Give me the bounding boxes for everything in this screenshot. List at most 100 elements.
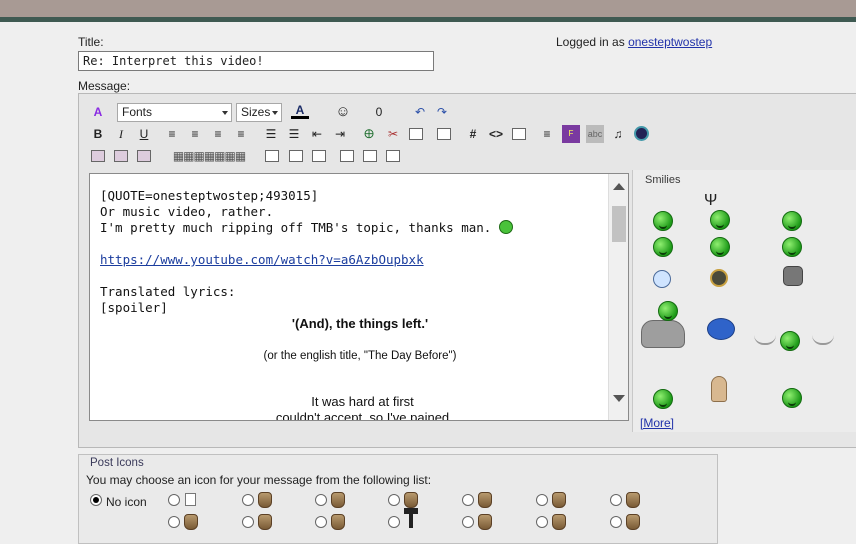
- outdent-icon[interactable]: ⇤: [308, 125, 326, 143]
- radio-icon-rune-4[interactable]: [462, 494, 474, 506]
- username-link[interactable]: onesteptwostep: [628, 35, 712, 49]
- page-icon[interactable]: [263, 147, 281, 165]
- radio-icon-rune-12[interactable]: [610, 516, 622, 528]
- scroll-up-icon[interactable]: [613, 183, 625, 190]
- swans-smiley-icon[interactable]: [780, 331, 800, 351]
- happy-smiley-icon[interactable]: [653, 237, 673, 257]
- spoiler-icon[interactable]: ≡: [538, 125, 556, 143]
- editor-line-quote: [QUOTE=onesteptwostep;493015]: [100, 188, 319, 203]
- code-button[interactable]: <>: [487, 125, 505, 143]
- song-title: '(And), the things left.': [291, 316, 429, 331]
- waving-smiley-icon[interactable]: [782, 388, 802, 408]
- strike-icon[interactable]: abc: [586, 125, 604, 143]
- radio-no-icon[interactable]: [90, 494, 102, 506]
- radio-icon-rune-9[interactable]: [315, 516, 327, 528]
- table-buttons-icon[interactable]: ▦▦▦▦▦▦▦: [163, 147, 255, 165]
- unlink-icon[interactable]: ✂: [384, 125, 402, 143]
- rune-icon-8: [258, 514, 272, 530]
- bold-button[interactable]: B: [89, 125, 107, 143]
- textarea-scrollbar[interactable]: [608, 174, 628, 420]
- remove-format-icon[interactable]: A: [89, 103, 107, 121]
- media-icon[interactable]: [632, 125, 650, 143]
- radio-icon-rune-5[interactable]: [536, 494, 548, 506]
- title-input[interactable]: Re: Interpret this video!: [78, 51, 434, 71]
- rune-icon-10: [478, 514, 492, 530]
- editor-line-2: I'm pretty much ripping off TMB's topic,…: [100, 220, 605, 236]
- flash-icon[interactable]: F: [562, 125, 580, 143]
- image-icon-3[interactable]: [135, 147, 153, 165]
- blush-smiley-icon[interactable]: [782, 237, 802, 257]
- encode2-icon[interactable]: [310, 147, 328, 165]
- english-title: (or the english title, "The Day Before"): [263, 350, 457, 362]
- editor-line-1: Or music video, rather.: [100, 204, 274, 219]
- sick-smiley-icon[interactable]: [653, 389, 673, 409]
- radio-icon-rune-7[interactable]: [168, 516, 180, 528]
- frame-icon[interactable]: [384, 147, 402, 165]
- align-right-icon[interactable]: ≡: [209, 125, 227, 143]
- blank-page-icon[interactable]: [361, 147, 379, 165]
- elephant-rider-icon[interactable]: [641, 320, 685, 348]
- text-color-icon[interactable]: A: [291, 101, 309, 119]
- insert-link-icon[interactable]: 🜨: [360, 125, 378, 143]
- unordered-list-icon[interactable]: ☰: [285, 125, 303, 143]
- message-label: Message:: [78, 79, 131, 93]
- trident-icon: Ψ: [704, 192, 718, 209]
- encode-icon[interactable]: [287, 147, 305, 165]
- wink-smiley-icon[interactable]: [782, 211, 802, 231]
- italic-button[interactable]: I: [112, 125, 130, 143]
- insert-image-icon[interactable]: [407, 125, 425, 143]
- post-icons-title: Post Icons: [90, 457, 144, 469]
- hash-button[interactable]: #: [464, 125, 482, 143]
- font-select[interactable]: Fonts: [117, 103, 232, 122]
- radio-icon-document[interactable]: [168, 494, 180, 506]
- radio-icon-hammer[interactable]: [388, 516, 400, 528]
- undo-icon[interactable]: ↶: [411, 103, 429, 121]
- devil-smiley-icon[interactable]: [710, 210, 730, 230]
- music-icon[interactable]: ♫: [609, 125, 627, 143]
- scared-smiley-icon[interactable]: [653, 270, 671, 288]
- font-select-value: Fonts: [122, 105, 153, 119]
- grin-smiley-icon-panel[interactable]: [710, 237, 730, 257]
- image-icon-2[interactable]: [112, 147, 130, 165]
- rune-icon-7: [184, 514, 198, 530]
- attach-icon[interactable]: 0: [370, 103, 388, 121]
- quote-icon[interactable]: [435, 125, 453, 143]
- ordered-list-icon[interactable]: ☰: [262, 125, 280, 143]
- size-select[interactable]: Sizes: [236, 103, 282, 122]
- note-icon[interactable]: [338, 147, 356, 165]
- underline-button[interactable]: U: [135, 125, 153, 143]
- smiley-menu-icon[interactable]: ☺: [334, 103, 352, 121]
- radio-icon-rune-10[interactable]: [462, 516, 474, 528]
- ninja-smiley-icon[interactable]: [710, 269, 728, 287]
- youtube-link[interactable]: https://www.youtube.com/watch?v=a6AzbOup…: [100, 252, 605, 268]
- radio-icon-rune-8[interactable]: [242, 516, 254, 528]
- top-stripe: [0, 17, 856, 22]
- voodoo-doll-icon[interactable]: [711, 376, 727, 402]
- radio-icon-rune-1[interactable]: [242, 494, 254, 506]
- more-smilies-link[interactable]: [More]: [640, 416, 674, 430]
- image-icon-1[interactable]: [89, 147, 107, 165]
- php-icon[interactable]: [510, 125, 528, 143]
- scroll-down-icon[interactable]: [613, 395, 625, 402]
- editor-line-spoiler: [spoiler]: [100, 300, 168, 315]
- message-textarea[interactable]: [QUOTE=onesteptwostep;493015] Or music v…: [89, 173, 629, 421]
- cat-icon[interactable]: [783, 266, 803, 286]
- redo-icon[interactable]: ↷: [433, 103, 451, 121]
- rune-icon-2: [331, 492, 345, 508]
- radio-icon-rune-6[interactable]: [610, 494, 622, 506]
- align-center-icon[interactable]: ≡: [186, 125, 204, 143]
- justify-icon[interactable]: ≡: [232, 125, 250, 143]
- radio-icon-rune-3[interactable]: [388, 494, 400, 506]
- align-left-icon[interactable]: ≡: [163, 125, 181, 143]
- radio-icon-rune-11[interactable]: [536, 516, 548, 528]
- smile-smiley-icon[interactable]: [653, 211, 673, 231]
- blue-bird-icon[interactable]: [707, 318, 735, 340]
- rune-icon-9: [331, 514, 345, 530]
- scroll-thumb[interactable]: [612, 206, 626, 242]
- hammer-icon: [404, 508, 418, 530]
- editor-line-lyrics: Translated lyrics:: [100, 284, 236, 299]
- radio-icon-rune-2[interactable]: [315, 494, 327, 506]
- indent-icon[interactable]: ⇥: [331, 125, 349, 143]
- lyric-line-2: couldn't accept, so I've pained: [275, 410, 450, 421]
